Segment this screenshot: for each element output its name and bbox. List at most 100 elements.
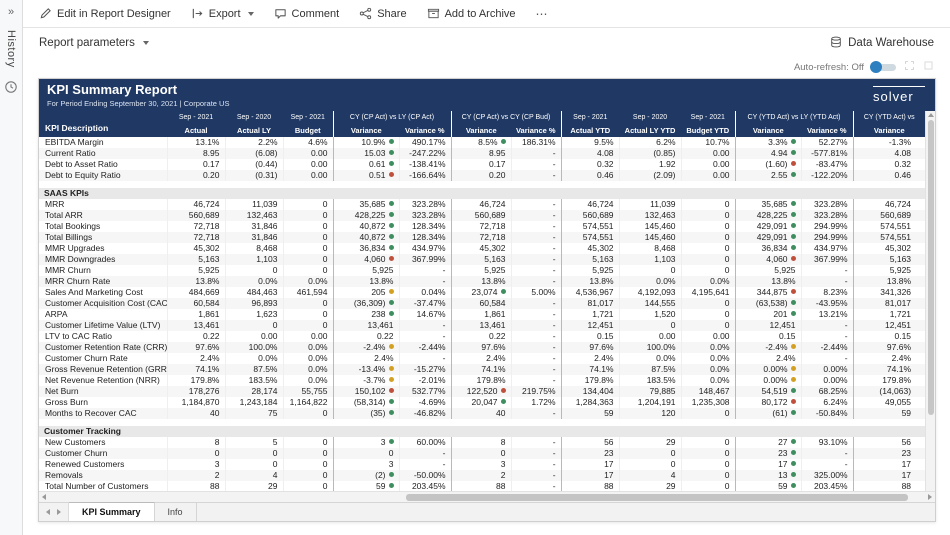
kpi-status-dot-red <box>790 161 796 166</box>
table-row[interactable]: Total Bookings 72,718 31,846 0 40,872 128.34%… <box>39 221 925 232</box>
table-row[interactable]: Sales And Marketing Cost 484,669 484,463 46… <box>39 287 925 298</box>
sheet-tab-navigation <box>39 503 69 521</box>
value-cell: 0.00 <box>680 159 736 170</box>
table-row[interactable]: MMR Upgrades 45,302 8,468 0 36,834 434.97% 45,… <box>39 243 925 254</box>
value-cell: 0.15 <box>560 331 620 342</box>
value-cell: 323.28% <box>398 199 452 210</box>
report-parameters-dropdown[interactable]: Report parameters <box>39 37 149 49</box>
value-cell: 13.21% <box>800 309 854 320</box>
data-source-selector[interactable]: Data Warehouse <box>830 36 934 51</box>
table-row[interactable]: ARPA 1,861 1,623 0 238 14.67% 1,861-1,721 1,520… <box>39 309 925 320</box>
value-cell: - <box>510 353 562 364</box>
value-cell: 0.00 <box>680 170 736 181</box>
table-row[interactable]: Months to Recover CAC 40 75 0 (35) -46.82% 40-… <box>39 408 925 419</box>
report-title: KPI Summary Report <box>47 82 178 97</box>
sheet-nav-next-icon[interactable] <box>57 509 61 515</box>
table-row[interactable]: New Customers 8 5 0 3 60.00% 8-56 29 0 27 93.10% 56 <box>39 437 925 448</box>
share-button[interactable]: Share <box>359 7 407 20</box>
table-row[interactable]: MRR 46,724 11,039 0 35,685 323.28% 46,724-46,7… <box>39 199 925 210</box>
vertical-scroll-thumb[interactable] <box>927 120 934 415</box>
table-row[interactable]: Current Ratio 8.95 (6.08) 0.00 15.03 -247.22%… <box>39 148 925 159</box>
kpi-description-cell: MMR Upgrades <box>45 243 105 253</box>
table-row[interactable]: Gross Revenue Retention (GRR) 74.1% 87.5% 0… <box>39 364 925 375</box>
sheet-tab-kpi-summary[interactable]: KPI Summary <box>69 502 155 521</box>
value-cell: 3 <box>332 459 399 470</box>
table-row[interactable]: Net Revenue Retention (NRR) 179.8% 183.5% 0… <box>39 375 925 386</box>
table-row[interactable]: MRR Churn Rate 13.8% 0.0% 0.0% 13.8% -13.8% -1… <box>39 276 925 287</box>
table-row[interactable]: MMR Downgrades 5,163 1,103 0 4,060 367.99% 5,1… <box>39 254 925 265</box>
value-cell: 0 <box>680 199 736 210</box>
table-row[interactable]: Total Billings 72,718 31,846 0 40,872 128.34%… <box>39 232 925 243</box>
value-cell: 40 <box>166 408 225 419</box>
value-cell: 132,463 <box>618 210 682 221</box>
history-panel-label[interactable]: History <box>5 30 17 68</box>
horizontal-scroll-thumb[interactable] <box>406 494 909 501</box>
history-clock-icon[interactable] <box>4 80 18 99</box>
value-cell: 560,689 <box>852 210 925 221</box>
kpi-status-dot-green <box>790 300 796 305</box>
kpi-status-dot-green <box>790 223 796 228</box>
kpi-status-dot-green <box>500 399 506 404</box>
value-cell: 1,235,308 <box>680 397 736 408</box>
value-cell: 148,467 <box>680 386 736 397</box>
value-cell: 13.8% <box>734 276 802 287</box>
table-row[interactable]: Gross Burn 1,184,870 1,243,184 1,164,822 (58… <box>39 397 925 408</box>
value-cell: 59 <box>560 408 620 419</box>
value-cell: 0.46 <box>852 170 925 181</box>
scroll-up-icon[interactable] <box>927 113 934 117</box>
value-cell: -247.22% <box>398 148 452 159</box>
table-row[interactable]: Customer Churn Rate 2.4% 0.0% 0.0% 2.4% -2.4%… <box>39 353 925 364</box>
expand-panel-icon[interactable]: » <box>8 6 14 18</box>
horizontal-scrollbar[interactable] <box>39 491 935 502</box>
value-cell: - <box>398 448 452 459</box>
sheet-nav-prev-icon[interactable] <box>46 509 50 515</box>
value-cell: 574,551 <box>852 221 925 232</box>
table-row[interactable]: Customer Churn 0 0 0 0-0-23 0 0 23-23 <box>39 448 925 459</box>
vertical-scrollbar[interactable] <box>925 111 935 491</box>
table-row[interactable]: Customer Lifetime Value (LTV) 13,461 0 0 13,… <box>39 320 925 331</box>
value-cell: 74.1% <box>560 364 620 375</box>
report-subtitle: For Period Ending September 30, 2021 | C… <box>47 99 230 108</box>
kpi-status-dot-green <box>790 172 796 177</box>
table-row[interactable]: MMR Churn 5,925 0 0 5,925-5,925-5,925 0 0 5,925… <box>39 265 925 276</box>
table-row[interactable]: LTV to CAC Ratio 0.22 0.00 0.00 0.22-0.22-0.… <box>39 331 925 342</box>
add-to-archive-button[interactable]: Add to Archive <box>427 7 516 20</box>
maximize-icon[interactable] <box>904 60 915 74</box>
scroll-right-icon[interactable] <box>928 494 932 500</box>
scroll-left-icon[interactable] <box>42 494 46 500</box>
value-cell: 49,055 <box>852 397 925 408</box>
table-row[interactable]: Debt to Asset Ratio 0.17 (0.44) 0.00 0.61 -13… <box>39 159 925 170</box>
export-button[interactable]: Export <box>191 7 254 20</box>
sheet-tab-info[interactable]: Info <box>155 503 197 521</box>
table-row[interactable]: Removals 2 4 0 (2) -50.00% 2-17 4 0 13 325.00% 17 <box>39 470 925 481</box>
value-cell: 29 <box>224 481 283 491</box>
value-cell: (14,063) <box>852 386 925 397</box>
table-row[interactable]: Customer Retention Rate (CRR) 97.6% 100.0%… <box>39 342 925 353</box>
popout-icon[interactable] <box>923 60 934 74</box>
table-row[interactable]: Debt to Equity Ratio 0.20 (0.31) 0.00 0.51 -1… <box>39 170 925 181</box>
value-cell: 97.6% <box>560 342 620 353</box>
table-row[interactable]: Total ARR 560,689 132,463 0 428,225 323.28% 56… <box>39 210 925 221</box>
table-row[interactable]: Customer Acquisition Cost (CAC) 60,584 96,… <box>39 298 925 309</box>
value-cell: 5.00% <box>510 287 562 298</box>
value-cell: - <box>510 254 562 265</box>
comment-button[interactable]: Comment <box>274 7 339 20</box>
edit-in-report-designer-button[interactable]: Edit in Report Designer <box>39 7 171 20</box>
value-cell: 0.00 <box>282 170 333 181</box>
value-cell: 5,163 <box>450 254 512 265</box>
table-row[interactable]: Renewed Customers 3 0 0 3-3-17 0 0 17-17 <box>39 459 925 470</box>
column-group-header: Sep - 2020 <box>619 111 682 124</box>
more-options-icon[interactable]: ⋯ <box>536 7 549 21</box>
value-cell: 0 <box>282 210 333 221</box>
value-cell: 13.8% <box>560 276 620 287</box>
table-row[interactable]: Net Burn 178,276 28,174 55,755 150,102 532.77… <box>39 386 925 397</box>
value-cell: 0 <box>282 309 333 320</box>
auto-refresh-toggle[interactable] <box>870 61 896 73</box>
value-cell: 0 <box>282 232 333 243</box>
table-row[interactable]: EBITDA Margin 13.1% 2.2% 4.6% 10.9% 490.17% 8.… <box>39 137 925 148</box>
value-cell: 28,174 <box>224 386 283 397</box>
table-row[interactable]: Total Number of Customers 88 29 0 59 203.45% 8… <box>39 481 925 491</box>
value-cell: -15.27% <box>398 364 452 375</box>
export-icon <box>191 7 204 20</box>
value-cell: 1,243,184 <box>224 397 283 408</box>
